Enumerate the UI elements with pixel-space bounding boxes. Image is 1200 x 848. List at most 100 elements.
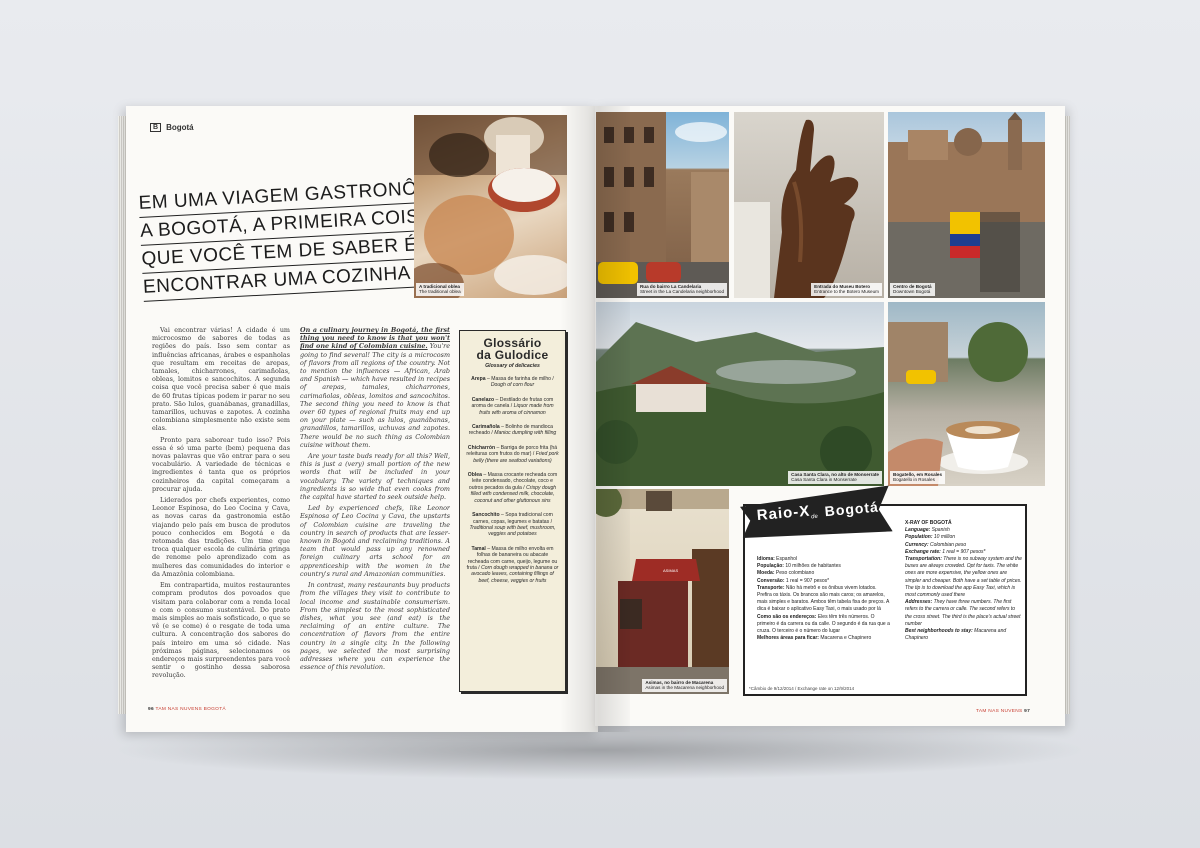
glossary-subtitle: Glossary of delicacies (485, 363, 540, 369)
photo-caption: Asimas, no bairro de Macarena Asimas in t… (642, 678, 727, 692)
raio-x-key: Addresses: (905, 599, 933, 606)
coffee-photo: Bogatello, em Rosales Bogatello in Rosale… (888, 302, 1045, 486)
botero-hand-illustration (734, 119, 859, 298)
raio-x-row: Best neighborhoods to stay: Macarena and… (905, 628, 1023, 642)
glossary-item: Arepa – Massa de farinha de milho / Doug… (471, 376, 554, 389)
downtown-photo: Centro de Bogotá Downtown Bogotá (888, 112, 1045, 298)
street-photo: Rua do bairro La Candelaria Street in the… (596, 112, 729, 298)
raio-x-key: Transporte: (757, 584, 785, 591)
raio-x-key: Best neighborhoods to stay: (905, 628, 973, 635)
pt-paragraph: Vai encontrar várias! A cidade é um micr… (152, 326, 290, 433)
en-paragraph: You're going to find several! The city i… (300, 342, 450, 449)
photo-caption: Casa Santa Clara, no alto de Monserrate C… (788, 470, 882, 484)
english-column: On a culinary journey in Bogotá, the fir… (300, 326, 450, 698)
raio-x-key: Language: (905, 527, 931, 534)
glossary-term: Oblea (467, 472, 482, 479)
restaurant-photo: ASIMAS Asimas, no bairro de Macarena Asim… (596, 489, 729, 694)
restaurant-illustration (596, 489, 729, 694)
raio-x-footnote: *Câmbio de 9/12/2014 / Exchange rate on … (749, 686, 855, 691)
raio-x-row: Transportation: There is no subway syste… (905, 556, 1023, 599)
right-folio: TAM NAS NUVENS 97 (976, 709, 1031, 714)
raio-x-value: Spanish (931, 527, 950, 534)
raio-x-city: Bogotá (824, 498, 880, 520)
monserrate-photo: Casa Santa Clara, no alto de Monserrate C… (596, 302, 884, 486)
raio-x-value: There is no subway system and the buses … (905, 556, 1022, 599)
glossary-definition-en: Manioc dumpling with filling (494, 430, 557, 437)
raio-x-value: Peso colombiano (775, 570, 815, 577)
restaurant-sign: ASIMAS (663, 568, 679, 573)
raio-x-row: Melhores áreas para ficar: Macarena e Ch… (757, 635, 892, 642)
glossary-term: Arepa (471, 376, 486, 382)
pt-paragraph: Em contrapartida, muitos restaurantes co… (152, 581, 290, 680)
raio-x-key: Conversão: (757, 577, 785, 584)
section-label: B Bogotá (150, 123, 194, 132)
raio-x-row: Transporte: Não há metrô e os ônibus viv… (757, 585, 892, 614)
raio-x-value: Colombian peso (930, 541, 967, 548)
glossary-term: Chicharrón (467, 444, 496, 451)
raio-x-value: 10 million (933, 534, 956, 541)
raio-x-key: Population: (905, 534, 933, 541)
photo-caption: Bogatello, em Rosales Bogatello in Rosale… (890, 470, 946, 484)
raio-x-row: Currency: Colombian peso (905, 542, 1023, 549)
glossary-item: Canelazo – Destilado de frutas com aroma… (471, 396, 554, 416)
raio-x-english-title: X-RAY OF BOGOTÁ (905, 520, 952, 526)
raio-x-value: 1 real = 907 pesos* (785, 577, 830, 584)
raio-x-portuguese: Idioma: Espanhol População: 10 milhões de… (757, 556, 892, 642)
raio-x-row: Como são os endereços: Eles têm três núm… (757, 614, 892, 636)
raio-x-value: 1 real = 907 pesos* (942, 548, 986, 555)
raio-x-key: Idioma: (757, 556, 775, 562)
section-title: Bogotá (166, 123, 194, 132)
glossary-term: Tamal (471, 545, 486, 552)
glossary-definition-pt: Massa de farinha de milho (491, 376, 552, 382)
en-paragraph: Are your taste buds ready for all this? … (300, 452, 450, 502)
raio-x-title: Raio-X (756, 502, 811, 525)
oblea-illustration (414, 115, 567, 298)
raio-x-row: Idioma: Espanhol (757, 556, 892, 563)
raio-x-value: 10 milhões de habitantes (785, 563, 841, 570)
glossary-definition-en: Traditional soup with beef, mushroom, ve… (469, 524, 556, 538)
glossary-item: Tamal – Massa de milho envolta em folhas… (466, 545, 559, 584)
photo-caption: Rua do bairro La Candelaria Street in the… (636, 282, 727, 296)
glossary-definition-en: Corn dough wrapped in banana or avocado … (471, 564, 559, 584)
glossary-title: da Gulodice (476, 348, 549, 362)
raio-x-row: Moeda: Peso colombiano (757, 570, 892, 577)
raio-x-key: Moeda: (757, 570, 775, 577)
monserrate-illustration (596, 322, 884, 486)
photo-caption: Entrada do Museu Botero Entrance to the B… (811, 282, 882, 296)
coffee-illustration (888, 322, 1028, 486)
raio-x-de: de (810, 513, 819, 521)
raio-x-key: População: (757, 563, 784, 570)
portuguese-column: Vai encontrar várias! A cidade é um micr… (152, 326, 290, 698)
raio-x-row: Exchange rate: 1 real = 907 pesos* (905, 549, 1023, 556)
raio-x-key: Como são os endereços: (757, 613, 817, 620)
raio-x-row: Language: Spanish (905, 527, 1023, 534)
section-badge: B (150, 123, 162, 132)
left-page-edges (118, 116, 126, 714)
en-paragraph: Led by experienced chefs, like Leonor Es… (300, 504, 450, 578)
raio-x-box: Raio-X de Bogotá Idioma: Espanhol Populaç… (743, 504, 1027, 696)
en-paragraph: In contrast, many restaurants buy produc… (300, 581, 450, 672)
street-illustration (596, 112, 729, 298)
raio-x-english: X-RAY OF BOGOTÁ Language: Spanish Populat… (905, 520, 1023, 642)
glossary-item: Oblea – Massa crocante recheada com leit… (467, 472, 558, 504)
pt-paragraph: Liderados por chefs experientes, como Le… (152, 496, 290, 578)
glossary-term: Canelazo (471, 396, 495, 403)
raio-x-value: Espanhol (776, 556, 798, 562)
glossary-item: Carimañola – Bolinho de mandioca rechead… (468, 424, 557, 437)
english-lead: On a culinary journey in Bogotá, the fir… (300, 326, 450, 351)
glossary-term: Carimañola (472, 424, 500, 431)
left-folio: 96 TAM NAS NUVENS BOGOTÁ (148, 707, 226, 712)
photo-caption: A tradicional oblea The traditional oblea (416, 282, 464, 296)
glossary-box: Glossário da Gulodice Glossary of delica… (459, 330, 566, 692)
raio-x-key: Exchange rate: (905, 548, 941, 555)
botero-photo: Entrada do Museu Botero Entrance to the B… (734, 112, 884, 298)
glossary-definition-en: Dough of corn flour (490, 382, 535, 389)
glossary-item: Chicharrón – Barriga de porco frita (há … (466, 444, 559, 464)
raio-x-value: Macarena e Chapinero (820, 635, 872, 642)
raio-x-key: Melhores áreas para ficar: (757, 635, 819, 642)
raio-x-key: Currency: (905, 541, 929, 548)
oblea-photo: A tradicional oblea The traditional oblea (414, 115, 567, 298)
raio-x-row: Conversão: 1 real = 907 pesos* (757, 578, 892, 585)
pt-paragraph: Pronto para saborear tudo isso? Pois ess… (152, 435, 290, 493)
raio-x-key: Transportation: (905, 556, 942, 563)
